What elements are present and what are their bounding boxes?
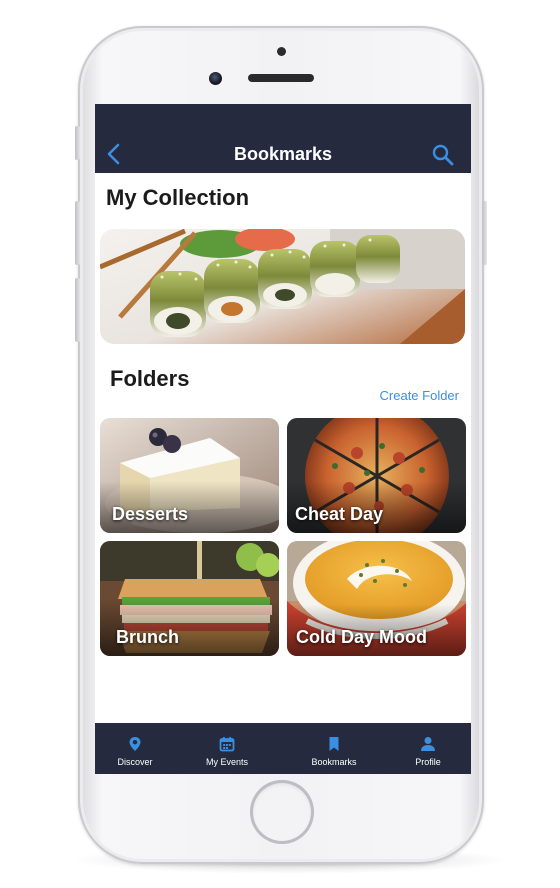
- sushi-photo: [100, 229, 465, 344]
- tab-my-events[interactable]: My Events: [187, 723, 267, 774]
- folder-label: Cold Day Mood: [296, 627, 427, 647]
- front-camera: [209, 72, 222, 85]
- volume-down-button: [75, 278, 80, 342]
- folder-card-cold-day-mood[interactable]: Cold Day Mood: [287, 541, 466, 656]
- app-screen: Bookmarks My Collection Folders Create F…: [95, 104, 471, 774]
- search-icon: [432, 144, 454, 166]
- folder-label: Cheat Day: [295, 504, 384, 524]
- tab-label: Bookmarks: [311, 757, 357, 767]
- home-button[interactable]: [250, 780, 314, 844]
- folder-card-cheat-day[interactable]: Cheat Day: [287, 418, 466, 533]
- mute-switch: [75, 126, 80, 160]
- folder-label: Desserts: [112, 504, 189, 524]
- tab-label: Profile: [415, 757, 441, 767]
- power-button: [482, 201, 487, 265]
- navigation-bar: Bookmarks: [95, 104, 471, 173]
- search-button[interactable]: [431, 143, 455, 167]
- tab-bookmarks[interactable]: Bookmarks: [294, 723, 374, 774]
- person-icon: [421, 737, 435, 751]
- volume-up-button: [75, 201, 80, 265]
- location-pin-icon: [129, 737, 141, 751]
- tab-profile[interactable]: Profile: [388, 723, 468, 774]
- collection-heading: My Collection: [106, 185, 250, 210]
- tab-label: Discover: [117, 757, 153, 767]
- page-title: Bookmarks: [233, 144, 333, 164]
- calendar-icon: [219, 737, 235, 752]
- tab-discover[interactable]: Discover: [95, 723, 175, 774]
- folder-card-brunch[interactable]: Brunch: [100, 541, 279, 656]
- bottom-tab-bar: Discover My Events Bookmarks Profile: [95, 723, 471, 774]
- earpiece-speaker: [248, 74, 314, 82]
- folder-label: Brunch: [116, 627, 179, 647]
- collection-hero-image[interactable]: [100, 229, 465, 344]
- bookmark-icon: [329, 737, 339, 751]
- tab-label: My Events: [205, 757, 248, 767]
- create-folder-link[interactable]: Create Folder: [355, 388, 459, 403]
- proximity-sensor: [277, 47, 286, 56]
- folder-card-desserts[interactable]: Desserts: [100, 418, 279, 533]
- folders-heading: Folders: [110, 366, 190, 391]
